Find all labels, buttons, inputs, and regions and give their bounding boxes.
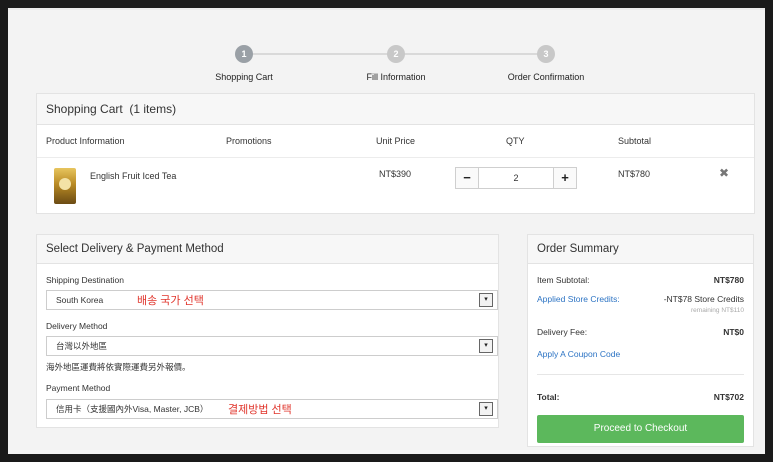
page-frame: 1 Shopping Cart 2 Fill Information 3 Ord… [8, 8, 765, 454]
col-qty: QTY [506, 136, 525, 146]
chevron-down-icon[interactable]: ▾ [479, 402, 493, 416]
delivery-panel-title: Select Delivery & Payment Method [37, 235, 498, 264]
store-credits-value: -NT$78 Store Credits [663, 294, 744, 304]
payment-method-value: 信用卡（支援國內外Visa, Master, JCB） [56, 404, 209, 414]
cart-title: Shopping Cart [46, 102, 123, 116]
cart-header: Shopping Cart (1 items) [37, 94, 754, 125]
col-product-information: Product Information [46, 136, 125, 146]
shipping-destination-value: South Korea [56, 295, 104, 305]
step-number: 2 [387, 45, 405, 63]
delivery-payment-panel: Select Delivery & Payment Method Shippin… [36, 234, 499, 428]
item-subtotal-value: NT$780 [713, 275, 744, 285]
shopping-cart-panel: Shopping Cart (1 items) Product Informat… [36, 93, 755, 214]
col-unit-price: Unit Price [376, 136, 416, 146]
decrease-qty-button[interactable]: − [456, 168, 479, 188]
payment-annotation: 결제방법 선택 [228, 404, 292, 416]
delivery-fee-label: Delivery Fee: [537, 327, 588, 337]
delivery-method-value: 台灣以外地區 [56, 341, 108, 351]
top-divider [8, 8, 765, 10]
remove-item-icon[interactable]: ✖ [719, 166, 729, 180]
step-label: Order Confirmation [507, 72, 585, 82]
total-value: NT$702 [713, 392, 744, 402]
proceed-to-checkout-button[interactable]: Proceed to Checkout [537, 415, 744, 443]
product-name[interactable]: English Fruit Iced Tea [90, 171, 176, 181]
item-subtotal: NT$780 [618, 169, 651, 179]
step-order-confirmation: 3 Order Confirmation [486, 38, 606, 82]
increase-qty-button[interactable]: + [553, 168, 576, 188]
apply-coupon-link[interactable]: Apply A Coupon Code [537, 349, 620, 359]
cart-column-headers: Product Information Promotions Unit Pric… [37, 125, 754, 158]
cart-item-count: (1 items) [129, 102, 177, 116]
chevron-down-icon[interactable]: ▾ [479, 339, 493, 353]
store-credits-remaining: remaining NT$110 [691, 307, 744, 314]
quantity-stepper: − 2 + [455, 167, 577, 189]
cart-item-row: English Fruit Iced Tea NT$390 − 2 + NT$7… [37, 158, 754, 213]
step-fill-information: 2 Fill Information [336, 38, 456, 82]
summary-divider [537, 374, 744, 375]
total-label: Total: [537, 392, 560, 402]
chevron-down-icon[interactable]: ▾ [479, 293, 493, 307]
step-number: 1 [235, 45, 253, 63]
shipping-annotation: 배송 국가 선택 [137, 295, 204, 307]
product-thumbnail[interactable] [54, 168, 76, 204]
payment-method-label: Payment Method [46, 383, 111, 393]
item-subtotal-label: Item Subtotal: [537, 275, 590, 285]
col-subtotal: Subtotal [618, 136, 652, 146]
checkout-stepper: 1 Shopping Cart 2 Fill Information 3 Ord… [8, 38, 765, 88]
delivery-fee-value: NT$0 [723, 327, 744, 337]
delivery-method-note: 海外地區運費將依實際運費另外報價。 [46, 362, 191, 372]
step-label: Shopping Cart [215, 72, 273, 82]
step-label: Fill Information [366, 72, 426, 82]
col-promotions: Promotions [226, 136, 272, 146]
applied-store-credits-link[interactable]: Applied Store Credits: [537, 294, 620, 304]
delivery-method-label: Delivery Method [46, 321, 108, 331]
unit-price: NT$390 [379, 169, 412, 179]
order-summary-panel: Order Summary Item Subtotal: NT$780 Appl… [527, 234, 754, 447]
step-shopping-cart: 1 Shopping Cart [184, 38, 304, 82]
shipping-destination-label: Shipping Destination [46, 275, 124, 285]
order-summary-title: Order Summary [528, 235, 753, 264]
delivery-method-select[interactable]: 台灣以外地區 ▾ [46, 336, 498, 356]
shipping-destination-select[interactable]: South Korea ▾ [46, 290, 498, 310]
qty-input[interactable]: 2 [479, 168, 553, 188]
step-number: 3 [537, 45, 555, 63]
